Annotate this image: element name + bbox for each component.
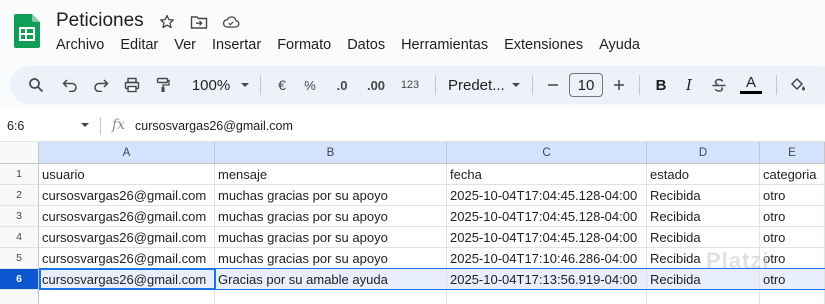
text-color-swatch [740, 91, 762, 94]
cell-c4[interactable]: 2025-10-04T17:04:45.128-04:00 [447, 227, 647, 248]
currency-format-button[interactable]: € [269, 72, 295, 98]
cell-d1[interactable]: estado [647, 164, 760, 185]
menu-insertar[interactable]: Insertar [204, 36, 269, 54]
menu-herramientas[interactable]: Herramientas [393, 36, 496, 54]
decrease-font-size-icon[interactable] [541, 72, 565, 98]
cell-b5[interactable]: muchas gracias por su apoyo [215, 248, 447, 269]
select-all-corner[interactable] [0, 142, 39, 164]
title-bar: Peticiones Archivo Editar Ver Insertar F… [0, 0, 825, 64]
chevron-down-icon[interactable] [508, 72, 524, 98]
cell-a5[interactable]: cursosvargas26@gmail.com [39, 248, 215, 269]
more-formats-button[interactable]: 123 [393, 72, 427, 98]
menu-editar[interactable]: Editar [112, 36, 166, 54]
sheet-grid: A B C D E 1 usuario mensaje fecha estado categoria… [0, 142, 825, 304]
percent-format-button[interactable]: % [295, 72, 325, 98]
cell-c1[interactable]: fecha [447, 164, 647, 185]
bold-button[interactable]: B [648, 72, 674, 98]
move-folder-icon[interactable] [190, 13, 208, 31]
menu-bar: Archivo Editar Ver Insertar Formato Dato… [48, 36, 648, 54]
row-header-2[interactable]: 2 [0, 185, 39, 206]
document-title[interactable]: Peticiones [56, 10, 144, 32]
cell-b3[interactable]: muchas gracias por su apoyo [215, 206, 447, 227]
formula-input[interactable]: cursosvargas26@gmail.com [135, 119, 293, 133]
column-header-d[interactable]: D [647, 142, 760, 164]
toolbar-divider [435, 75, 436, 95]
cell-empty[interactable] [215, 290, 447, 304]
undo-icon[interactable] [54, 72, 86, 98]
cloud-status-icon[interactable] [222, 13, 240, 31]
toolbar-divider [532, 75, 533, 95]
cell-c3[interactable]: 2025-10-04T17:04:45.128-04:00 [447, 206, 647, 227]
active-cell-outline [39, 268, 216, 290]
chevron-down-icon[interactable] [238, 72, 252, 98]
formula-bar: 6:6 fx cursosvargas26@gmail.com [0, 110, 825, 142]
paint-format-icon[interactable] [148, 72, 178, 98]
row-header-4[interactable]: 4 [0, 227, 39, 248]
cell-e4[interactable]: otro [760, 227, 825, 248]
cell-empty[interactable] [760, 290, 825, 304]
cell-empty[interactable] [647, 290, 760, 304]
cell-a3[interactable]: cursosvargas26@gmail.com [39, 206, 215, 227]
cell-empty[interactable] [39, 290, 215, 304]
row-header-1[interactable]: 1 [0, 164, 39, 185]
menu-ver[interactable]: Ver [166, 36, 204, 54]
platzi-watermark: Platzi [706, 248, 770, 273]
toolbar: 100% € % .0 .00 123 Predet... 10 B I A [10, 66, 825, 104]
decrease-decimals-button[interactable]: .0 [325, 72, 359, 98]
cell-c5[interactable]: 2025-10-04T17:10:46.286-04:00 [447, 248, 647, 269]
search-menus-icon[interactable] [22, 72, 50, 98]
font-family-select[interactable]: Predet... [444, 72, 508, 98]
menu-archivo[interactable]: Archivo [48, 36, 112, 54]
toolbar-divider [260, 75, 261, 95]
toolbar-divider [639, 75, 640, 95]
sheets-logo-icon[interactable] [14, 14, 40, 48]
cell-e1[interactable]: categoria [760, 164, 825, 185]
cell-a2[interactable]: cursosvargas26@gmail.com [39, 185, 215, 206]
row-header-3[interactable]: 3 [0, 206, 39, 227]
cell-d4[interactable]: Recibida [647, 227, 760, 248]
row-header-5[interactable]: 5 [0, 248, 39, 269]
column-header-b[interactable]: B [215, 142, 447, 164]
star-icon[interactable] [158, 13, 176, 31]
cell-e5[interactable]: otro [760, 248, 825, 269]
redo-icon[interactable] [86, 72, 116, 98]
print-icon[interactable] [116, 72, 148, 98]
cell-b4[interactable]: muchas gracias por su apoyo [215, 227, 447, 248]
menu-extensiones[interactable]: Extensiones [496, 36, 591, 54]
zoom-select[interactable]: 100% [184, 72, 238, 98]
increase-decimals-button[interactable]: .00 [359, 72, 393, 98]
cell-b1[interactable]: mensaje [215, 164, 447, 185]
chevron-down-icon[interactable] [80, 122, 90, 128]
text-color-label: A [745, 74, 756, 91]
menu-formato[interactable]: Formato [269, 36, 339, 54]
font-size-input[interactable]: 10 [569, 73, 603, 97]
increase-font-size-icon[interactable] [607, 72, 631, 98]
menu-datos[interactable]: Datos [339, 36, 393, 54]
column-header-a[interactable]: A [39, 142, 215, 164]
fill-color-icon[interactable] [785, 72, 811, 98]
column-header-c[interactable]: C [447, 142, 647, 164]
cell-a4[interactable]: cursosvargas26@gmail.com [39, 227, 215, 248]
cell-b2[interactable]: muchas gracias por su apoyo [215, 185, 447, 206]
cell-a1[interactable]: usuario [39, 164, 215, 185]
row-header-6[interactable]: 6 [0, 269, 39, 290]
toolbar-divider [776, 75, 777, 95]
menu-ayuda[interactable]: Ayuda [591, 36, 648, 54]
cell-empty[interactable] [447, 290, 647, 304]
cell-e3[interactable]: otro [760, 206, 825, 227]
fx-icon: fx [112, 117, 126, 133]
name-box[interactable]: 6:6 [7, 119, 24, 133]
cell-d3[interactable]: Recibida [647, 206, 760, 227]
row-header-empty[interactable] [0, 290, 39, 304]
cell-c2[interactable]: 2025-10-04T17:04:45.128-04:00 [447, 185, 647, 206]
strikethrough-icon[interactable] [704, 72, 734, 98]
text-color-button[interactable]: A [734, 72, 768, 98]
column-header-e[interactable]: E [760, 142, 825, 164]
sheets-app: Peticiones Archivo Editar Ver Insertar F… [0, 0, 825, 304]
italic-button[interactable]: I [674, 72, 704, 98]
formula-bar-divider [100, 117, 101, 135]
cell-d2[interactable]: Recibida [647, 185, 760, 206]
cell-e2[interactable]: otro [760, 185, 825, 206]
